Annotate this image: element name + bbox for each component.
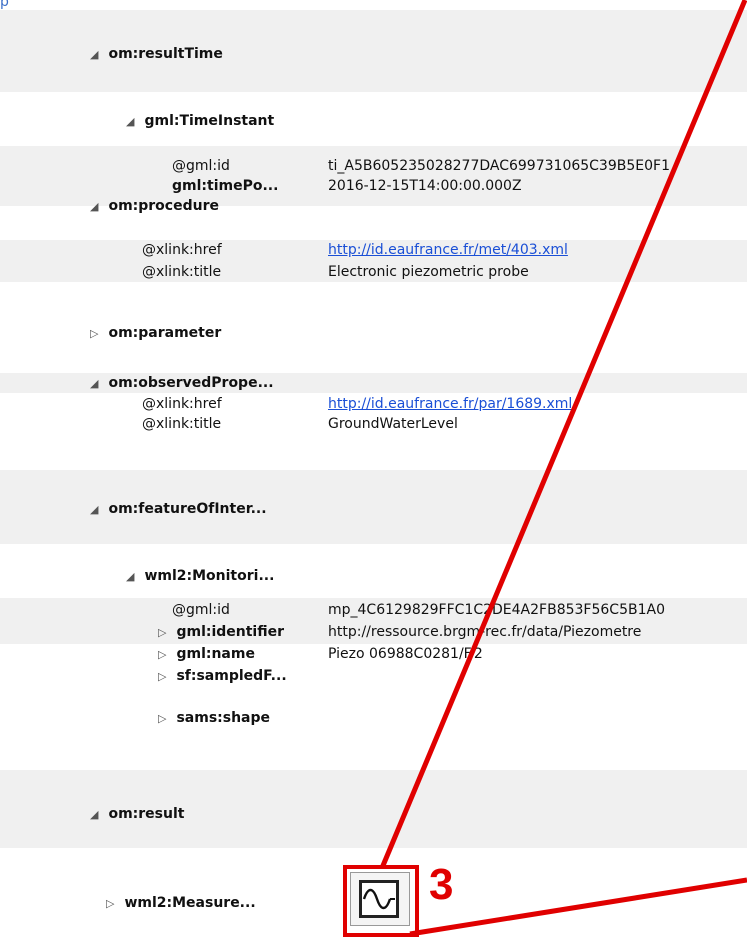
annotation-line: [409, 877, 747, 937]
node-label: sf:sampledF...: [176, 668, 287, 684]
node-label: om:parameter: [108, 325, 222, 341]
triangle-expanded-icon[interactable]: ◢: [126, 112, 140, 132]
top-fragment: p: [0, 0, 9, 10]
tree-node[interactable]: ◢ wml2:Monitori...: [126, 566, 274, 586]
tree-node[interactable]: ◢ gml:TimeInstant: [126, 111, 274, 131]
annotation-highlight-box: [343, 865, 419, 937]
node-label: wml2:Measure...: [124, 895, 256, 911]
attribute-value: mp_4C6129829FFC1C2DE4A2FB853F56C5B1A0: [328, 602, 665, 618]
tree-node[interactable]: ▷ sams:shape: [158, 708, 270, 728]
attribute-row[interactable]: @xlink:href: [142, 240, 222, 260]
tree-node[interactable]: ▷ sf:sampledF...: [158, 666, 287, 686]
node-label: gml:TimeInstant: [144, 113, 275, 129]
tree-node[interactable]: ▷ gml:identifier: [158, 622, 284, 642]
node-label: om:result: [108, 806, 185, 822]
tree-node[interactable]: ◢ om:resultTime: [90, 44, 223, 64]
triangle-collapsed-icon[interactable]: ▷: [90, 324, 104, 344]
triangle-expanded-icon[interactable]: ◢: [90, 197, 104, 217]
node-label: gml:timePo...: [172, 178, 279, 194]
node-label: om:resultTime: [108, 46, 223, 62]
node-label: om:observedPrope...: [108, 375, 274, 391]
annotation-number: 3: [429, 860, 454, 909]
tree-node[interactable]: ▷ wml2:Measure...: [106, 893, 256, 913]
tree-node[interactable]: ▷ om:parameter: [90, 323, 221, 343]
attribute-name: @gml:id: [172, 602, 230, 618]
node-value: 2016-12-15T14:00:00.000Z: [328, 178, 522, 194]
attribute-value: ti_A5B605235028277DAC699731065C39B5E0F1: [328, 158, 670, 174]
triangle-collapsed-icon[interactable]: ▷: [158, 623, 172, 643]
triangle-collapsed-icon[interactable]: ▷: [158, 645, 172, 665]
tree-node[interactable]: gml:timePo...: [172, 176, 278, 196]
xlink-href-link[interactable]: http://id.eaufrance.fr/par/1689.xml: [328, 394, 572, 414]
attribute-row[interactable]: @xlink:title: [142, 414, 221, 434]
attribute-value: Electronic piezometric probe: [328, 264, 529, 280]
tree-node[interactable]: ◢ om:result: [90, 804, 184, 824]
triangle-collapsed-icon[interactable]: ▷: [158, 709, 172, 729]
node-label: gml:name: [176, 646, 255, 662]
tree-node[interactable]: ◢ om:procedure: [90, 196, 219, 216]
node-value: http://ressource.brgm-rec.fr/data/Piezom…: [328, 624, 642, 640]
triangle-expanded-icon[interactable]: ◢: [126, 567, 140, 587]
tree-node[interactable]: ◢ om:featureOfInter...: [90, 499, 267, 519]
attribute-row[interactable]: @gml:id: [172, 156, 230, 176]
attribute-value: GroundWaterLevel: [328, 416, 458, 432]
tree-node[interactable]: ▷ gml:name: [158, 644, 255, 664]
attribute-row[interactable]: @xlink:title: [142, 262, 221, 282]
annotation-line: [379, 0, 747, 869]
triangle-expanded-icon[interactable]: ◢: [90, 374, 104, 394]
triangle-expanded-icon[interactable]: ◢: [90, 500, 104, 520]
triangle-collapsed-icon[interactable]: ▷: [106, 894, 120, 914]
attribute-row[interactable]: @gml:id: [172, 600, 230, 620]
attribute-row[interactable]: @xlink:href: [142, 394, 222, 414]
triangle-collapsed-icon[interactable]: ▷: [158, 667, 172, 687]
triangle-expanded-icon[interactable]: ◢: [90, 805, 104, 825]
attribute-name: @xlink:href: [142, 242, 222, 258]
xlink-href-link[interactable]: http://id.eaufrance.fr/met/403.xml: [328, 240, 568, 260]
attribute-name: @xlink:href: [142, 396, 222, 412]
node-label: sams:shape: [176, 710, 271, 726]
attribute-name: @xlink:title: [142, 264, 222, 280]
node-label: wml2:Monitori...: [144, 568, 275, 584]
node-label: om:featureOfInter...: [108, 501, 267, 517]
attribute-name: @xlink:title: [142, 416, 222, 432]
tree-node[interactable]: ◢ om:observedPrope...: [90, 373, 274, 393]
node-label: gml:identifier: [176, 624, 285, 640]
node-label: om:procedure: [108, 198, 219, 214]
node-value: Piezo 06988C0281/F.2: [328, 646, 483, 662]
attribute-name: @gml:id: [172, 158, 230, 174]
triangle-expanded-icon[interactable]: ◢: [90, 45, 104, 65]
